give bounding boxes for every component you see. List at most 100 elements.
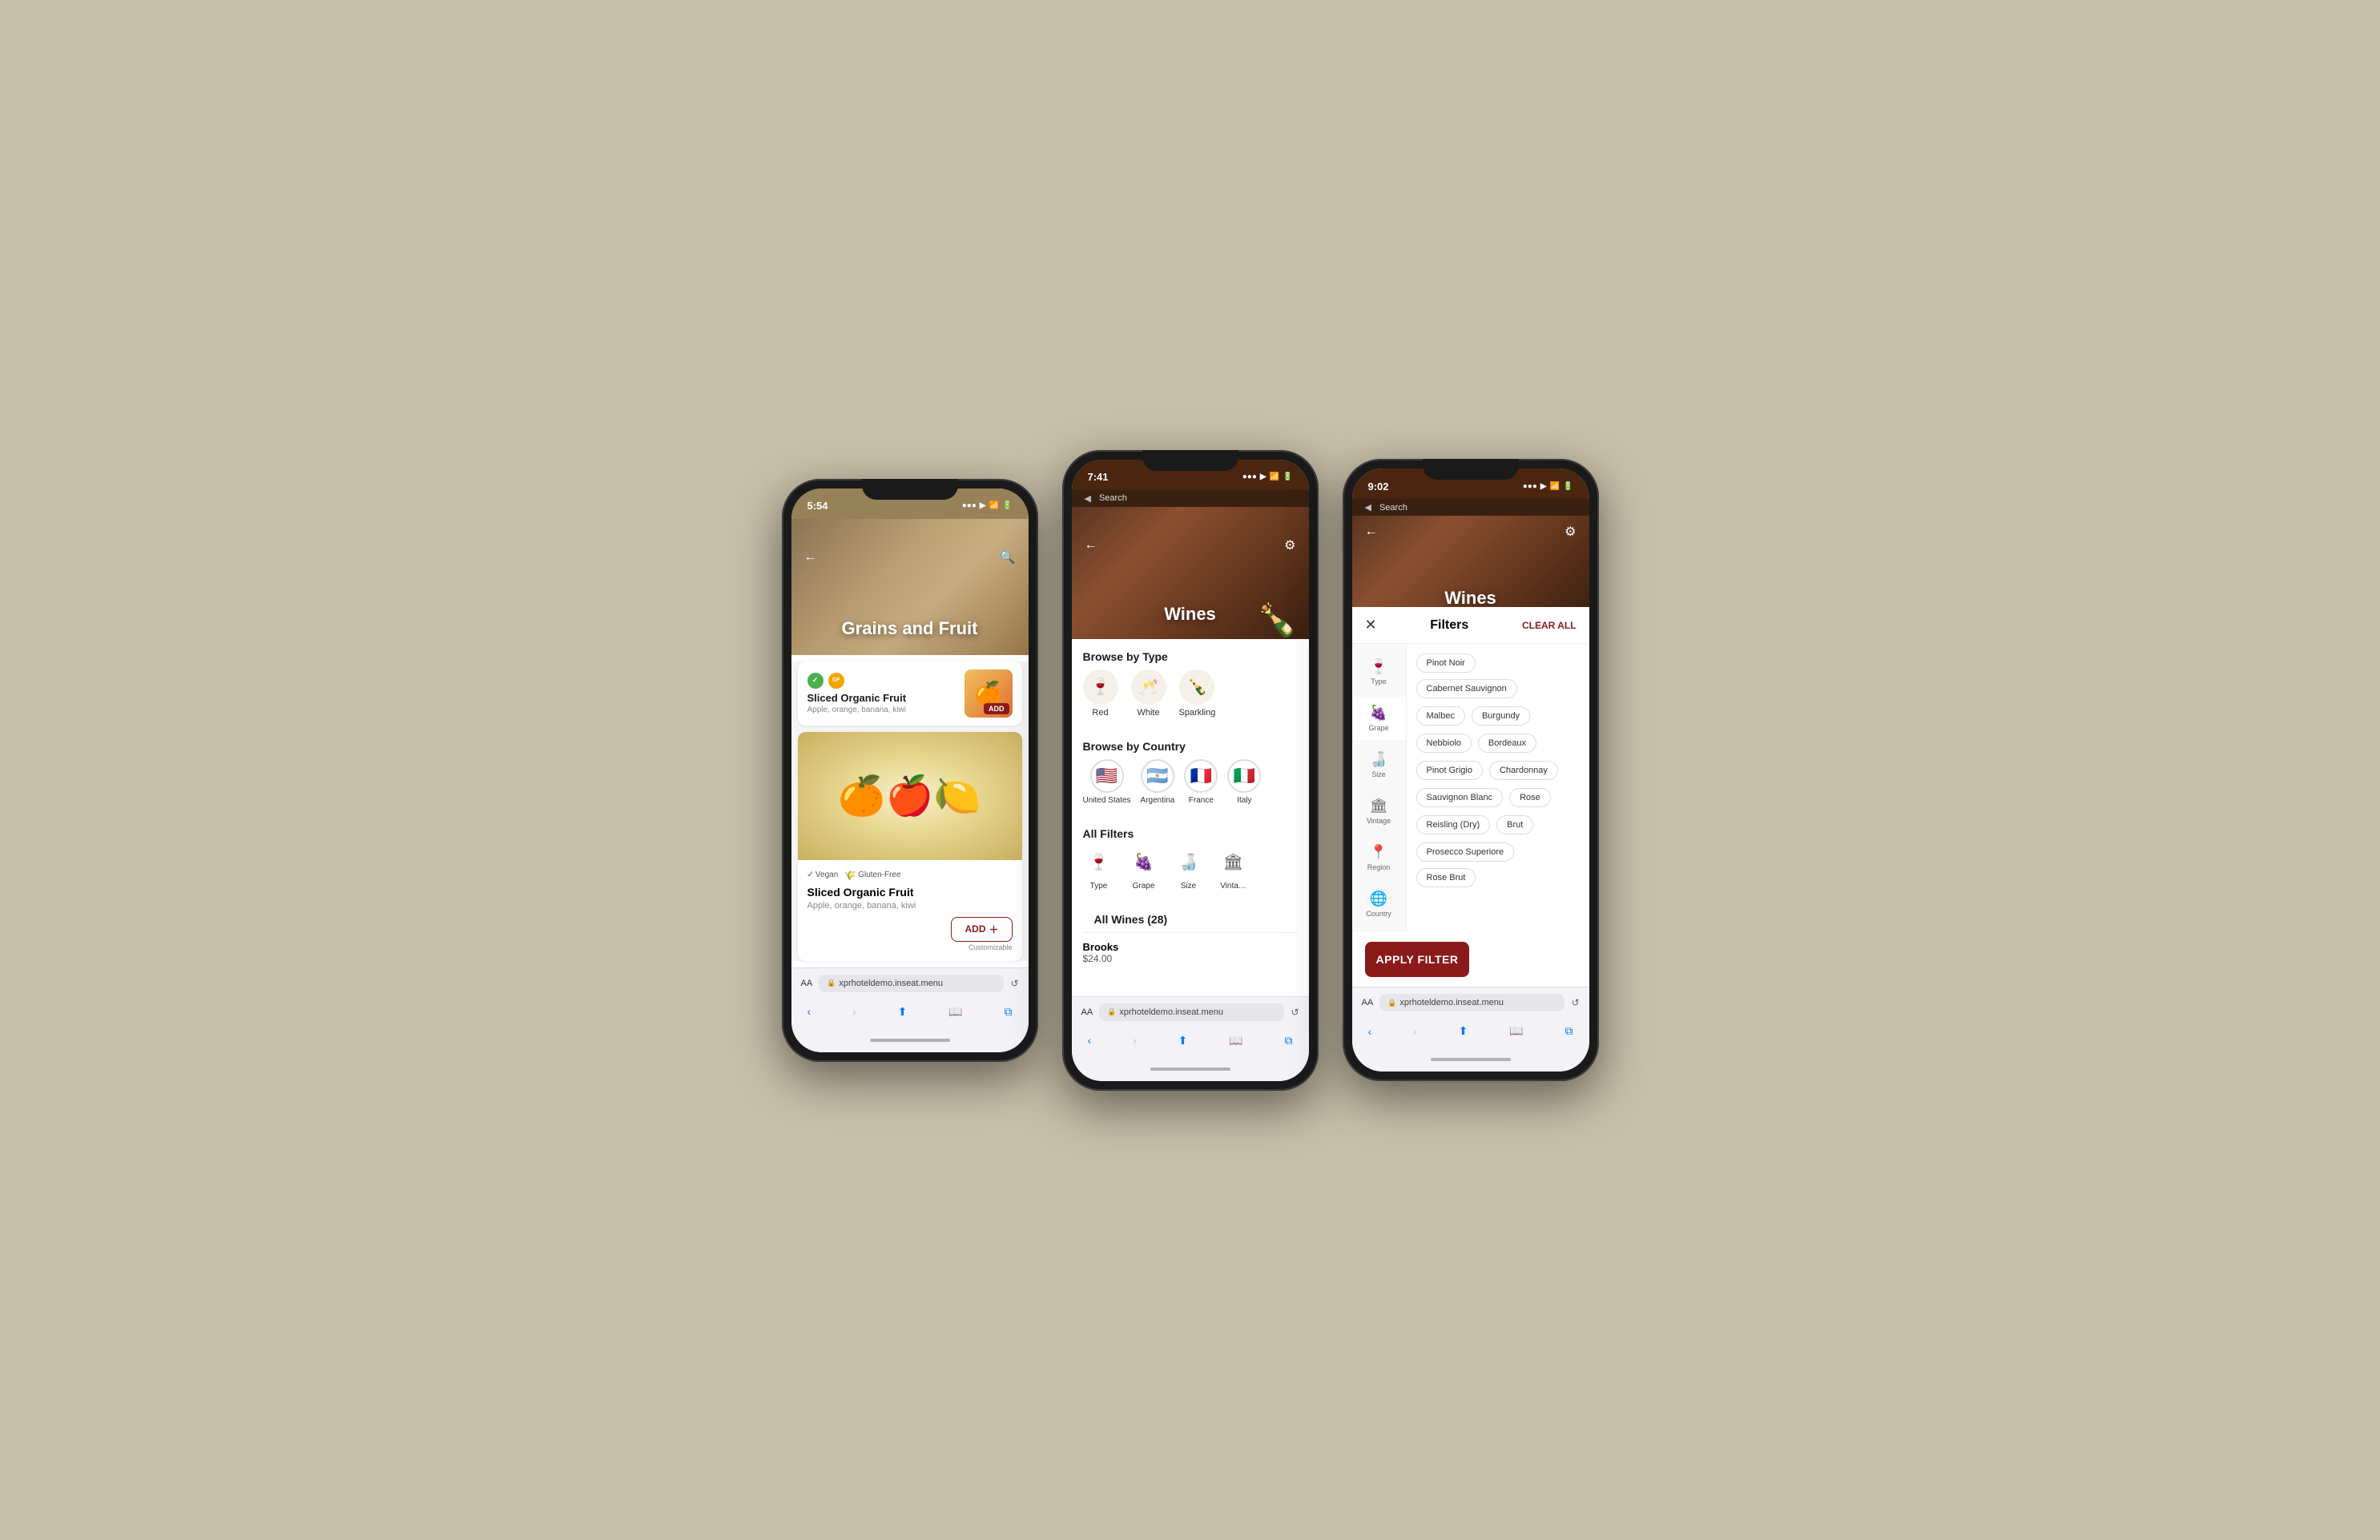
sidebar-region[interactable]: 📍 Region — [1352, 836, 1406, 879]
chip-pinot-noir[interactable]: Pinot Noir — [1416, 653, 1476, 673]
sidebar-size[interactable]: 🍶 Size — [1352, 743, 1406, 786]
chip-rose[interactable]: Rose — [1509, 788, 1551, 807]
search-bar-label-3: Search — [1379, 503, 1407, 513]
chip-malbec[interactable]: Malbec — [1416, 706, 1465, 726]
chip-cabernet[interactable]: Cabernet Sauvignon — [1416, 679, 1517, 698]
filter-vintage-label: Vinta… — [1220, 882, 1246, 891]
filter-vintage[interactable]: 🏛 Vinta… — [1218, 846, 1250, 891]
safari-bookmarks-3[interactable]: 📖 — [1509, 1024, 1523, 1038]
safari-reload-3[interactable]: ↺ — [1571, 997, 1579, 1008]
safari-aa-2[interactable]: AA — [1081, 1007, 1093, 1017]
close-filters-btn[interactable]: ✕ — [1365, 617, 1377, 633]
type-white[interactable]: 🥂 White — [1131, 669, 1166, 718]
filter-grape[interactable]: 🍇 Grape — [1128, 846, 1160, 891]
phone3-back-icon[interactable]: ← — [1365, 525, 1378, 539]
safari-url-3[interactable]: 🔒 xprhoteldemo.inseat.menu — [1379, 994, 1565, 1011]
filters-options: Pinot Noir Cabernet Sauvignon Malbec Bur… — [1407, 644, 1589, 932]
safari-reload-1[interactable]: ↺ — [1010, 978, 1018, 989]
country-ar[interactable]: 🇦🇷 Argentina — [1141, 759, 1175, 805]
add-btn-small-1[interactable]: ADD — [984, 703, 1009, 714]
wines-header: ← ⚙ Wines 🍾 — [1072, 507, 1309, 639]
add-btn-large[interactable]: ADD ＋ — [951, 917, 1012, 942]
chip-rose-brut[interactable]: Rose Brut — [1416, 868, 1476, 887]
chips-row-6: Reisling (Dry) Brut — [1416, 815, 1580, 834]
safari-tabs-3[interactable]: ⧉ — [1565, 1024, 1573, 1038]
filters-header: ✕ Filters CLEAR ALL — [1352, 607, 1589, 644]
safari-tabs-2[interactable]: ⧉ — [1284, 1034, 1292, 1047]
chip-sauv-blanc[interactable]: Sauvignon Blanc — [1416, 788, 1504, 807]
sidebar-type[interactable]: 🍷 Type — [1352, 650, 1406, 694]
sidebar-grape[interactable]: 🍇 Grape — [1352, 697, 1406, 740]
safari-forward-1[interactable]: › — [852, 1005, 856, 1018]
safari-forward-2[interactable]: › — [1133, 1034, 1137, 1047]
type-grid: 🍷 Red 🥂 White 🍾 Sparkling — [1072, 669, 1309, 729]
chips-row-3: Nebbiolo Bordeaux — [1416, 734, 1580, 753]
status-icons-3: ●●●▶📶🔋 — [1523, 482, 1573, 491]
chip-burgundy[interactable]: Burgundy — [1472, 706, 1530, 726]
white-icon: 🥂 — [1131, 669, 1166, 705]
fruit-plate-image: 🍊🍎🍋 — [798, 732, 1022, 860]
safari-aa-3[interactable]: AA — [1362, 998, 1374, 1007]
filters-sidebar: 🍷 Type 🍇 Grape 🍶 Size 🏛 — [1352, 644, 1407, 932]
chip-nebbiolo[interactable]: Nebbiolo — [1416, 734, 1472, 753]
safari-back-1[interactable]: ‹ — [807, 1005, 811, 1018]
chip-chardonnay[interactable]: Chardonnay — [1489, 761, 1558, 780]
chip-brut[interactable]: Brut — [1496, 815, 1533, 834]
vegan-badge: ✓ — [807, 673, 824, 689]
safari-forward-3[interactable]: › — [1413, 1025, 1417, 1038]
safari-back-3[interactable]: ‹ — [1368, 1025, 1372, 1038]
sidebar-country-label: Country — [1366, 910, 1391, 918]
search-bar-label: Search — [1099, 493, 1127, 503]
gf-label: 🌾 Gluten-Free — [844, 870, 900, 881]
safari-share-1[interactable]: ⬆ — [898, 1005, 908, 1019]
search-icon[interactable]: 🔍 — [1000, 549, 1016, 565]
filters-grid: 🍷 Type 🍇 Grape 🍶 Size 🏛 Vinta… — [1072, 846, 1309, 902]
safari-aa-1[interactable]: AA — [801, 979, 813, 988]
country-it[interactable]: 🇮🇹 Italy — [1227, 759, 1261, 805]
wines-filter-icon[interactable]: ⚙ — [1284, 537, 1295, 553]
phone3-filter-icon[interactable]: ⚙ — [1565, 524, 1576, 540]
red-label: Red — [1092, 708, 1108, 718]
apply-filter-button[interactable]: APPLY FILTER — [1365, 942, 1470, 977]
wines-back-icon[interactable]: ← — [1085, 538, 1097, 553]
wine-item-brooks[interactable]: Brooks $24.00 — [1083, 932, 1298, 972]
chip-reisling[interactable]: Reisling (Dry) — [1416, 815, 1491, 834]
sidebar-vintage[interactable]: 🏛 Vintage — [1352, 790, 1406, 833]
safari-share-3[interactable]: ⬆ — [1459, 1024, 1468, 1038]
safari-back-2[interactable]: ‹ — [1088, 1034, 1092, 1047]
type-sparkling[interactable]: 🍾 Sparkling — [1179, 669, 1216, 718]
phone1-nav: ← 🔍 — [791, 549, 1029, 565]
status-icons-2: ●●●▶📶🔋 — [1242, 472, 1293, 481]
browse-type-title: Browse by Type — [1072, 639, 1309, 669]
phone3-wines-header: ← ⚙ Wines — [1352, 516, 1589, 620]
safari-reload-2[interactable]: ↺ — [1291, 1007, 1299, 1018]
safari-tabs-1[interactable]: ⧉ — [1004, 1005, 1012, 1019]
clear-all-button[interactable]: CLEAR ALL — [1522, 620, 1577, 631]
safari-url-2[interactable]: 🔒 xprhoteldemo.inseat.menu — [1099, 1003, 1284, 1021]
browse-country-title: Browse by Country — [1072, 729, 1309, 759]
filter-type-icon: 🍷 — [1083, 846, 1115, 879]
chip-pinot-grigio[interactable]: Pinot Grigio — [1416, 761, 1483, 780]
filter-size-label: Size — [1181, 882, 1196, 891]
sidebar-region-icon: 📍 — [1370, 844, 1387, 861]
chip-prosecco[interactable]: Prosecco Superiore — [1416, 842, 1515, 862]
safari-bookmarks-1[interactable]: 📖 — [948, 1005, 962, 1019]
sidebar-country[interactable]: 🌐 Country — [1352, 883, 1406, 926]
back-icon[interactable]: ← — [804, 550, 817, 565]
safari-bookmarks-2[interactable]: 📖 — [1229, 1034, 1242, 1047]
all-filters-title: All Filters — [1072, 816, 1309, 846]
country-fr[interactable]: 🇫🇷 France — [1184, 759, 1218, 805]
safari-url-1[interactable]: 🔒 xprhoteldemo.inseat.menu — [819, 975, 1004, 992]
type-red[interactable]: 🍷 Red — [1083, 669, 1118, 718]
sidebar-grape-icon: 🍇 — [1370, 705, 1387, 722]
item-info-1: ✓ GF Sliced Organic Fruit Apple, orange,… — [807, 673, 964, 714]
country-us[interactable]: 🇺🇸 United States — [1083, 759, 1131, 805]
filter-size[interactable]: 🍶 Size — [1173, 846, 1205, 891]
sidebar-vintage-icon: 🏛 — [1370, 798, 1388, 814]
filter-type[interactable]: 🍷 Type — [1083, 846, 1115, 891]
status-time-2: 7:41 — [1088, 471, 1109, 483]
chip-bordeaux[interactable]: Bordeaux — [1478, 734, 1536, 753]
filters-panel-title: Filters — [1430, 618, 1468, 633]
safari-share-2[interactable]: ⬆ — [1178, 1034, 1188, 1047]
ar-label: Argentina — [1141, 796, 1175, 805]
